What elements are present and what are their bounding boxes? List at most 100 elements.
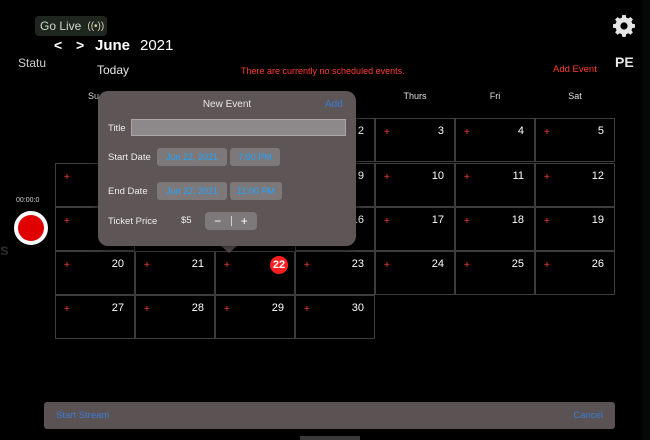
calendar-day[interactable]: + 17: [375, 207, 455, 251]
day-number: 30: [351, 302, 364, 314]
popover-arrow: [220, 245, 238, 253]
calendar-day[interactable]: + 27: [55, 295, 135, 339]
start-stream-button[interactable]: Start Stream: [56, 410, 109, 421]
day-number: 9: [357, 170, 364, 182]
app-screen: Go Live ((•)) Statu PE < > June 2021 Tod…: [0, 0, 650, 440]
calendar-day[interactable]: + 21: [135, 251, 215, 295]
day-number: 23: [351, 258, 364, 270]
increment-button[interactable]: +: [232, 214, 258, 228]
prev-month-button[interactable]: <: [54, 37, 62, 53]
end-time-picker[interactable]: 11:00 PM: [230, 182, 282, 200]
calendar-day[interactable]: + 5: [535, 118, 615, 162]
calendar-day[interactable]: + 11: [455, 163, 535, 207]
today-button[interactable]: Today: [97, 63, 129, 77]
day-number: 21: [191, 258, 204, 270]
calendar-day-today[interactable]: + 22: [215, 251, 295, 295]
event-title-input[interactable]: [131, 119, 346, 136]
calendar-day[interactable]: + 3: [375, 118, 455, 162]
start-time-picker[interactable]: 7:00 PM: [230, 148, 280, 166]
go-live-button[interactable]: Go Live ((•)): [35, 16, 107, 36]
add-event-plus-icon[interactable]: +: [304, 260, 310, 271]
day-number: 26: [591, 258, 604, 270]
day-number: 4: [517, 125, 524, 137]
day-number: 11: [512, 170, 524, 182]
day-number: 19: [591, 214, 604, 226]
end-date-picker[interactable]: Jun 22, 2021: [157, 182, 227, 200]
day-number: 12: [591, 170, 604, 182]
day-number: 3: [437, 125, 444, 137]
add-event-plus-icon[interactable]: +: [544, 172, 550, 183]
add-event-plus-icon[interactable]: +: [64, 304, 70, 315]
popover-title: New Event: [202, 99, 252, 110]
next-month-button[interactable]: >: [76, 37, 84, 53]
day-number: 17: [431, 214, 444, 226]
gear-icon[interactable]: [612, 14, 636, 38]
add-event-plus-icon[interactable]: +: [544, 127, 550, 138]
day-number: 18: [511, 214, 524, 226]
calendar-day[interactable]: + 25: [455, 251, 535, 295]
calendar-day[interactable]: + 28: [135, 295, 215, 339]
calendar-day[interactable]: + 26: [535, 251, 615, 295]
add-event-plus-icon[interactable]: +: [224, 304, 230, 315]
add-event-plus-icon[interactable]: +: [464, 260, 470, 271]
cancel-button[interactable]: Cancel: [573, 410, 603, 421]
calendar-day[interactable]: + 23: [295, 251, 375, 295]
day-number: 24: [431, 258, 444, 270]
add-event-plus-icon[interactable]: +: [384, 127, 390, 138]
month-label: June: [95, 37, 131, 54]
calendar-day[interactable]: + 20: [55, 251, 135, 295]
title-label: Title: [108, 123, 126, 134]
day-number: 5: [597, 125, 604, 137]
calendar-day[interactable]: + 4: [455, 118, 535, 162]
add-event-plus-icon[interactable]: +: [544, 260, 550, 271]
add-event-button[interactable]: Add Event: [553, 64, 597, 75]
calendar-day[interactable]: + 10: [375, 163, 455, 207]
add-event-plus-icon[interactable]: +: [464, 172, 470, 183]
calendar-day[interactable]: + 19: [535, 207, 615, 251]
ticket-price-stepper[interactable]: − +: [205, 212, 257, 230]
add-event-plus-icon[interactable]: +: [224, 260, 230, 271]
decrement-button[interactable]: −: [205, 214, 231, 228]
go-live-label: Go Live: [40, 19, 82, 33]
record-dot-icon: [18, 215, 44, 241]
add-event-plus-icon[interactable]: +: [304, 304, 310, 315]
edge-letter: s: [0, 242, 9, 259]
day-number: 27: [111, 302, 124, 314]
add-event-plus-icon[interactable]: +: [144, 304, 150, 315]
no-events-notice: There are currently no scheduled events.: [241, 66, 405, 76]
add-event-plus-icon[interactable]: +: [384, 216, 390, 227]
add-event-plus-icon[interactable]: +: [384, 172, 390, 183]
calendar-day[interactable]: + 12: [535, 163, 615, 207]
day-number: 20: [111, 258, 124, 270]
new-event-popover: New Event Add Title Start Date Jun 22, 2…: [98, 91, 356, 246]
day-number: 2: [357, 125, 364, 137]
add-event-plus-icon[interactable]: +: [64, 216, 70, 227]
home-indicator: [300, 436, 360, 440]
calendar-day[interactable]: + 18: [455, 207, 535, 251]
weekday-saturday: Sat: [568, 91, 582, 101]
add-event-plus-icon[interactable]: +: [464, 216, 470, 227]
add-event-plus-icon[interactable]: +: [64, 260, 70, 271]
add-event-plus-icon[interactable]: +: [64, 172, 70, 183]
add-event-plus-icon[interactable]: +: [544, 216, 550, 227]
record-button[interactable]: [14, 211, 48, 245]
year-label: 2021: [140, 37, 174, 54]
status-label: Statu: [18, 56, 47, 70]
calendar-day[interactable]: + 29: [215, 295, 295, 339]
add-event-plus-icon[interactable]: +: [144, 260, 150, 271]
calendar-day[interactable]: + 30: [295, 295, 375, 339]
start-date-picker[interactable]: Jun 22, 2021: [157, 148, 227, 166]
calendar-day[interactable]: + 24: [375, 251, 455, 295]
day-number: 10: [431, 170, 444, 182]
bottom-toolbar: Start Stream Cancel: [44, 402, 615, 429]
add-event-plus-icon[interactable]: +: [464, 127, 470, 138]
ticket-price-label: Ticket Price: [108, 216, 158, 227]
start-date-label: Start Date: [108, 152, 151, 163]
broadcast-icon: ((•)): [87, 20, 105, 32]
day-number: 29: [271, 302, 284, 314]
weekday-thursday: Thurs: [403, 91, 427, 101]
add-event-plus-icon[interactable]: +: [384, 260, 390, 271]
weekday-friday: Fri: [489, 91, 501, 101]
popover-add-button[interactable]: Add: [325, 99, 343, 110]
pe-label: PE: [615, 54, 634, 70]
